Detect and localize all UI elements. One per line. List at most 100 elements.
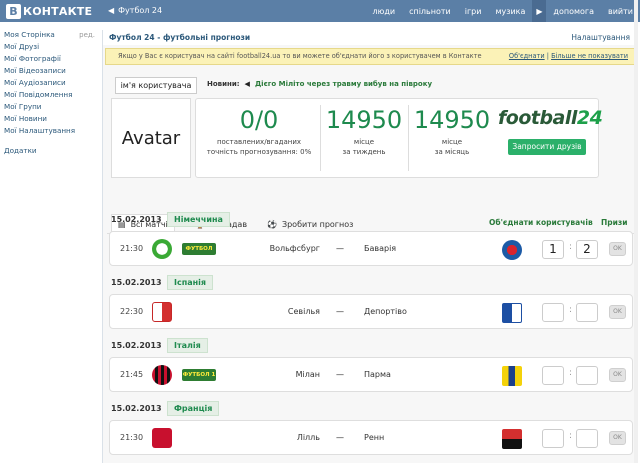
parma-crest-icon [502,366,522,386]
lille-crest-icon [152,428,172,448]
tv-channel-badge: ФУТБОЛ [182,243,216,255]
app-title: Футбол 24 - футбольні прогнози [109,33,251,42]
app-settings-link[interactable]: Налаштування [571,33,630,42]
sidebar-item-groups[interactable]: Мої Групи [0,101,98,113]
match-time: 21:45 [120,370,144,379]
app-back-label: Футбол 24 [118,6,163,15]
ok-button[interactable]: OK [609,242,626,256]
news-ticker: Новини: ◀ Дієго Міліто через травму вибу… [207,80,432,88]
sidebar-item-news[interactable]: Мої Новини [0,113,98,125]
stat-value: 14950 [413,106,491,134]
ok-button[interactable]: OK [609,368,626,382]
scrollbar[interactable] [634,0,638,463]
football24-logo: football24 [498,107,603,129]
edit-link[interactable]: ред. [79,29,95,41]
ok-button[interactable]: OK [609,431,626,445]
away-team: Баварія [364,244,397,253]
score-separator: : [569,305,573,315]
match-day-germany: 15.02.2013 Німеччина 21:30 ФУТБОЛ Вольфс… [107,210,635,273]
away-score-input[interactable] [576,366,598,385]
away-score-input[interactable] [576,303,598,322]
avatar: Avatar [111,98,191,178]
nav-people[interactable]: люди [366,7,403,16]
match-row: 21:30 Лілль — Ренн : OK [109,420,633,455]
nav-games[interactable]: ігри [458,7,489,16]
match-row: 21:45 ФУТБОЛ 1 Мілан — Парма : OK [109,357,633,392]
stat-caption: поставлених/вгаданих [216,138,302,146]
home-team: Мілан [295,370,320,379]
stat-week-rank: 14950 місце за тиждень [322,103,406,173]
sidebar-item-settings[interactable]: Мої Налаштування [0,125,98,137]
stat-value: 0/0 [239,106,279,134]
notice-hide-link[interactable]: Більше не показувати [551,52,628,60]
home-score-input[interactable] [542,366,564,385]
notice-merge-link[interactable]: Об'єднати [509,52,545,60]
play-icon[interactable]: ▶ [532,0,547,22]
stat-value: 14950 [325,106,403,134]
away-score-input[interactable]: 2 [576,240,598,259]
sidebar-item-apps[interactable]: Додатки [0,145,98,157]
home-score-input[interactable] [542,429,564,448]
stat-caption: місце [441,138,463,146]
sidebar-item-messages[interactable]: Мої Повідомлення [0,89,98,101]
match-date: 15.02.2013 [111,214,162,224]
top-nav: люди спільноти ігри музика ▶ допомога ви… [366,0,640,22]
match-day-header: 15.02.2013 Іспанія [107,273,635,291]
nav-communities[interactable]: спільноти [402,7,458,16]
vs-dash: — [336,370,344,379]
news-text[interactable]: Дієго Міліто через травму вибув на півро… [255,80,432,88]
vs-dash: — [336,307,344,316]
home-score-input[interactable]: 1 [542,240,564,259]
sidebar-item-friends[interactable]: Мої Друзі [0,41,98,53]
home-team: Лілль [296,433,320,442]
chevron-left-icon: ◀ [108,6,115,15]
notice-text: Якщо у Вас є користувач на сайті footbal… [118,52,482,60]
notice-links: Об'єднати | Більше не показувати [508,52,628,60]
away-team: Депортіво [364,307,407,316]
merge-notice: Якщо у Вас є користувач на сайті footbal… [105,48,635,65]
ok-button[interactable]: OK [609,305,626,319]
app-back-link[interactable]: ◀ Футбол 24 [108,6,162,15]
deportivo-crest-icon [502,303,522,323]
app-header: Футбол 24 - футбольні прогнози Налаштува… [103,30,636,45]
app-frame: Футбол 24 - футбольні прогнози Налаштува… [102,30,636,463]
rennes-crest-icon [502,429,522,449]
league-country: Франція [167,400,220,416]
match-time: 22:30 [120,307,144,316]
away-score-input[interactable] [576,429,598,448]
vk-logo[interactable]: В КОНТАКТЕ [6,3,92,19]
stats-box: 0/0 поставлених/вгаданих точність прогно… [195,98,603,178]
home-score-input[interactable] [542,303,564,322]
stat-month-rank: 14950 місце за місяць [410,103,494,173]
score-separator: : [569,242,573,252]
sidebar-item-videos[interactable]: Мої Відеозаписи [0,65,98,77]
sidebar-item-audio[interactable]: Мої Аудіозаписи [0,77,98,89]
match-date: 15.02.2013 [111,340,162,350]
stat-caption: за тиждень [342,148,386,156]
stat-caption: місце [353,138,375,146]
match-day-spain: 15.02.2013 Іспанія 22:30 Севілья — Депор… [107,273,635,336]
match-date: 15.02.2013 [111,403,162,413]
sidebar-item-photos[interactable]: Мої Фотографії [0,53,98,65]
vk-logo-icon: В [6,3,21,19]
nav-help[interactable]: допомога [546,7,601,16]
home-team: Севілья [287,307,320,316]
chevron-left-icon[interactable]: ◀ [245,80,250,88]
nav-music[interactable]: музика [488,7,532,16]
sidebar-item-label: Моя Сторінка [4,30,55,39]
sidebar-item-my-page[interactable]: Моя Сторінка ред. [0,29,98,41]
league-country: Італія [167,337,208,353]
wolfsburg-crest-icon [152,239,172,259]
league-country: Іспанія [167,274,214,290]
vk-logo-text: КОНТАКТЕ [23,4,93,18]
football24-brand: football24 Запросити друзів [498,107,603,167]
stat-caption: точність прогнозування: 0% [206,148,312,156]
home-team: Вольфсбург [269,244,320,253]
match-day-france: 15.02.2013 Франція 21:30 Лілль — Ренн : … [107,399,635,462]
match-day-italy: 15.02.2013 Італія 21:45 ФУТБОЛ 1 Мілан —… [107,336,635,399]
invite-friends-button[interactable]: Запросити друзів [508,139,586,155]
match-date: 15.02.2013 [111,277,162,287]
match-day-header: 15.02.2013 Італія [107,336,635,354]
news-label: Новини: [207,80,240,88]
sevilla-crest-icon [152,302,172,322]
